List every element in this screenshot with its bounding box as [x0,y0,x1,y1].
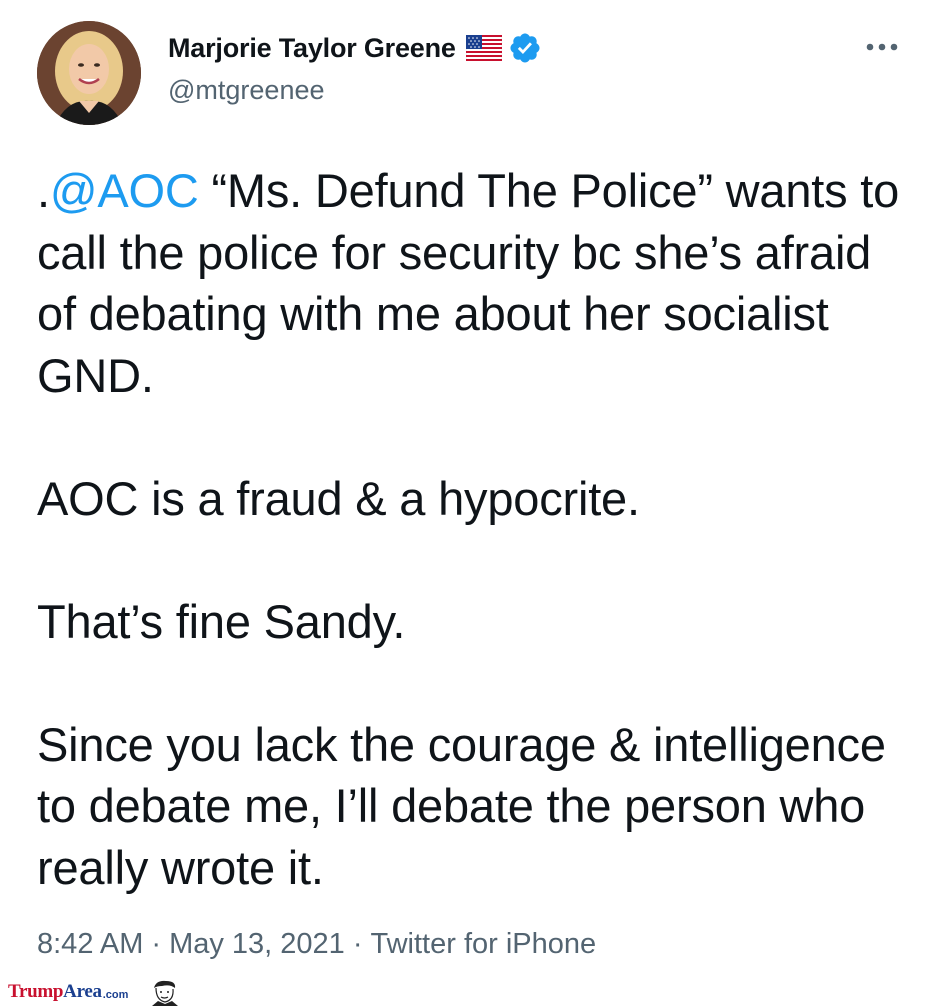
tweet-card: Marjorie Taylor Greene @mtgreenee .@AOC [0,0,940,1006]
separator-dot: · [151,928,162,960]
tweet-date[interactable]: May 13, 2021 [169,928,345,960]
verified-badge-icon [510,33,540,63]
tweet-metadata: 8:42 AM · May 13, 2021 · Twitter for iPhone [37,928,596,961]
tweet-body: .@AOC “Ms. Defund The Police” wants to c… [37,160,917,898]
separator-dot: · [352,928,363,960]
tweet-text-prefix: . [37,164,50,217]
caricature-face-icon [152,980,179,1006]
tweet-paragraph: .@AOC “Ms. Defund The Police” wants to c… [37,160,917,406]
tweet-source[interactable]: Twitter for iPhone [370,928,596,960]
watermark-brand-part1: Trump [8,981,64,1002]
watermark-suffix: .com [102,988,129,1001]
watermark: Trump Area .com [8,978,180,1006]
author-name-row: Marjorie Taylor Greene [168,30,542,66]
profile-photo-icon [37,21,141,125]
avatar[interactable] [37,21,141,125]
watermark-brand-part2: Area [63,981,102,1002]
author-handle[interactable]: @mtgreenee [168,75,325,106]
tweet-paragraph: AOC is a fraud & a hypocrite. [37,471,640,525]
us-flag-icon [465,35,502,61]
tweet-paragraph: Since you lack the courage & intelligenc… [37,717,886,894]
tweet-time[interactable]: 8:42 AM [37,928,143,960]
author-display-name[interactable]: Marjorie Taylor Greene [168,33,456,64]
mention-link[interactable]: @AOC [50,164,199,217]
tweet-paragraph: That’s fine Sandy. [37,594,406,648]
more-options-icon[interactable] [862,36,902,58]
